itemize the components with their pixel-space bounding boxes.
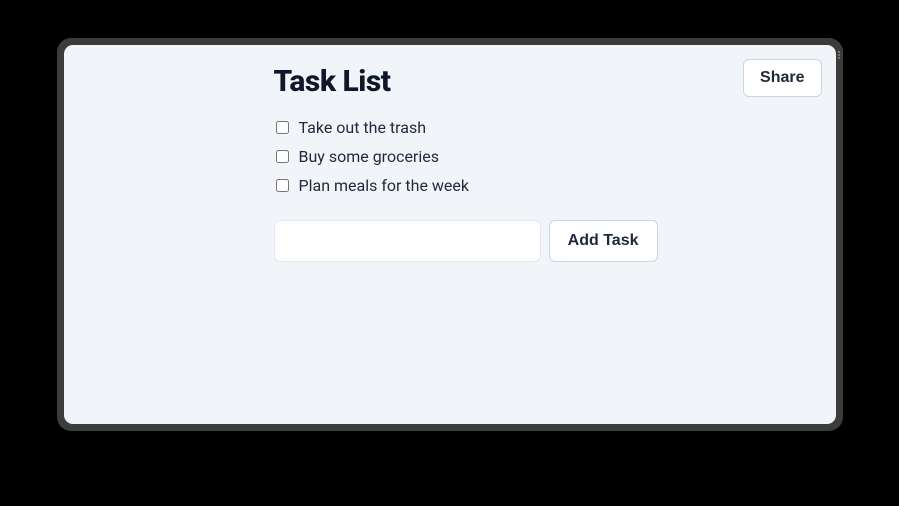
page-title: Task List [274, 64, 658, 99]
task-item: Take out the trash [274, 113, 658, 142]
window-handle-icon [838, 51, 840, 59]
task-list: Take out the trash Buy some groceries Pl… [274, 113, 658, 200]
new-task-input[interactable] [274, 220, 541, 262]
share-button[interactable]: Share [743, 59, 821, 97]
window-frame: Share Task List Take out the trash Buy s… [57, 38, 843, 431]
task-checkbox[interactable] [276, 121, 289, 134]
task-label: Buy some groceries [299, 147, 439, 166]
task-item: Buy some groceries [274, 142, 658, 171]
task-checkbox[interactable] [276, 179, 289, 192]
main-content: Task List Take out the trash Buy some gr… [274, 64, 658, 262]
task-label: Plan meals for the week [299, 176, 470, 195]
task-item: Plan meals for the week [274, 171, 658, 200]
task-label: Take out the trash [299, 118, 427, 137]
app-panel: Share Task List Take out the trash Buy s… [64, 45, 836, 424]
add-task-row: Add Task [274, 220, 658, 262]
add-task-button[interactable]: Add Task [549, 220, 658, 262]
task-checkbox[interactable] [276, 150, 289, 163]
